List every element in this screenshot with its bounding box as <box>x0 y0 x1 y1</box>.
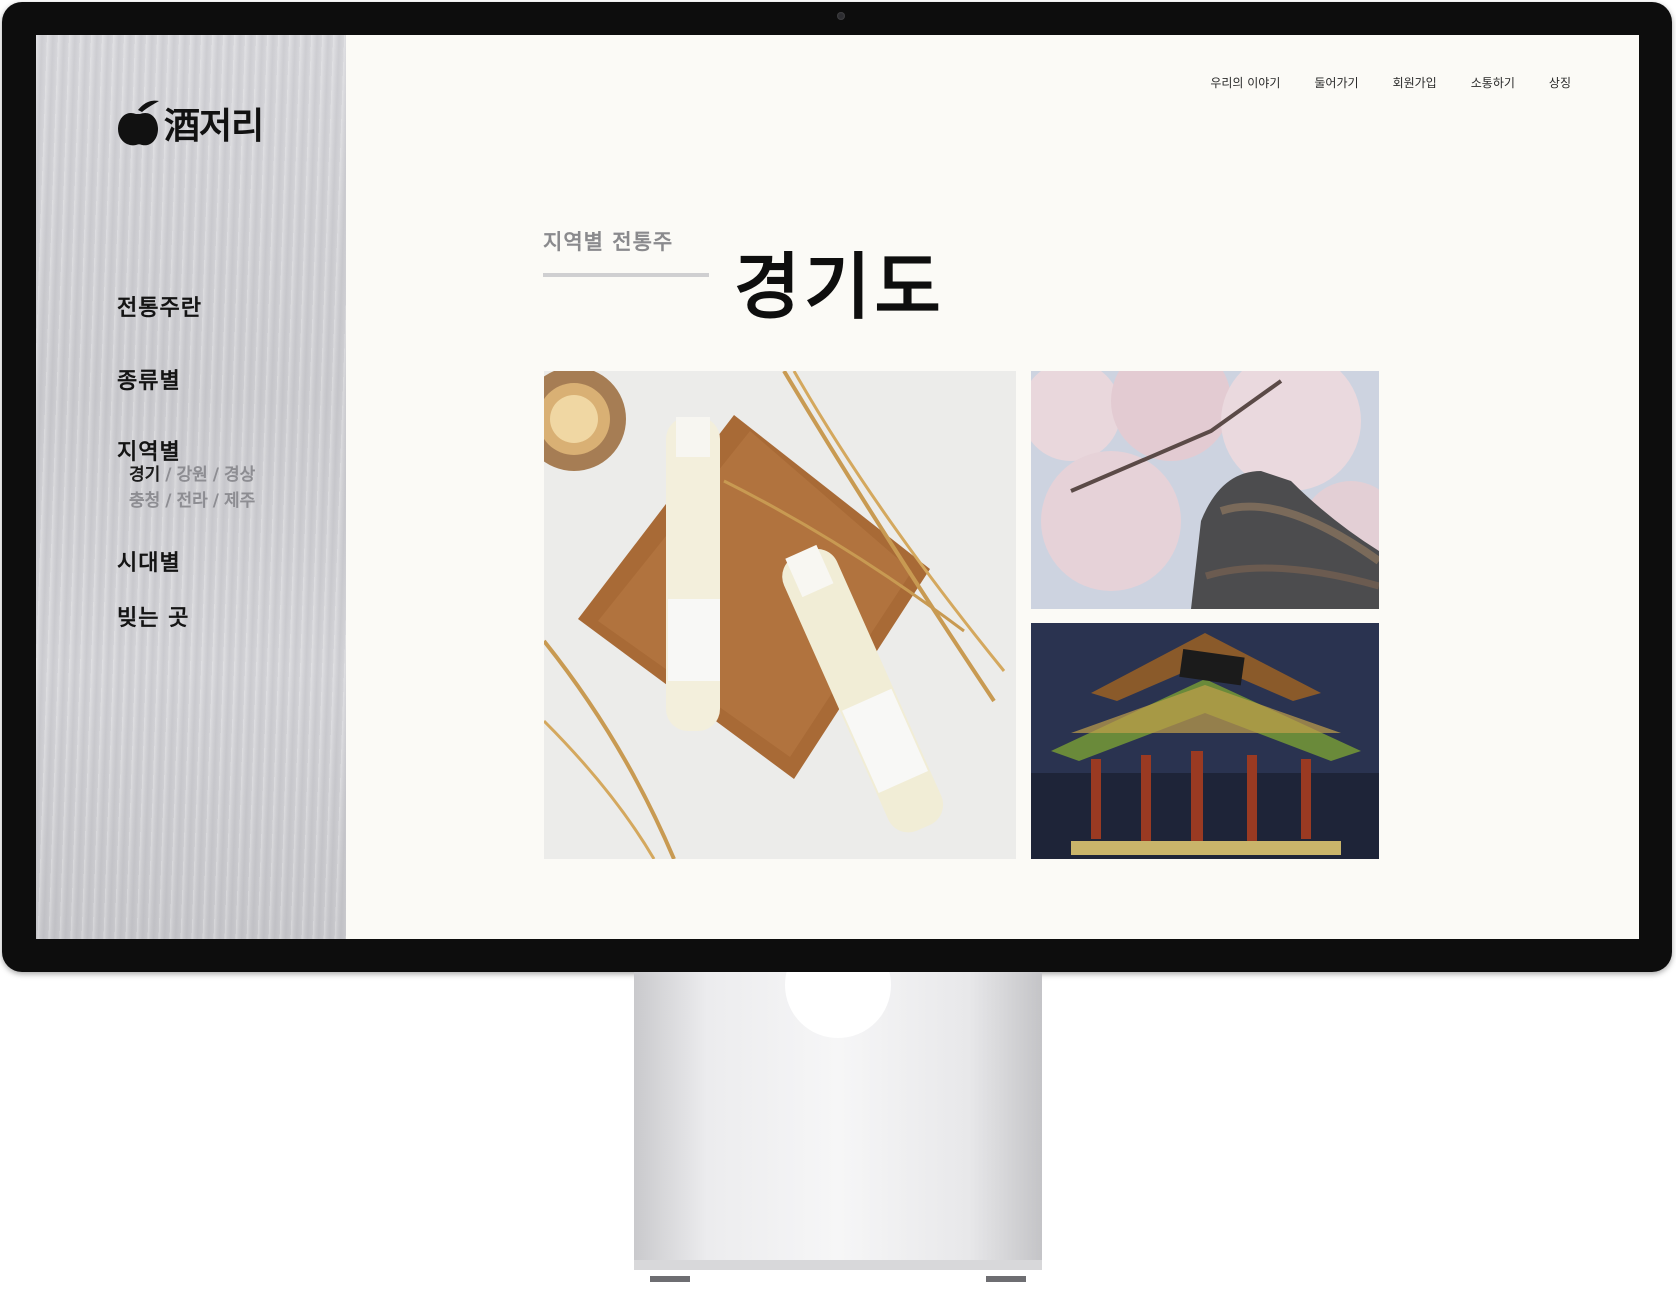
region-row-2: 충청 / 전라 / 제주 <box>129 488 329 514</box>
sidebar-item-by-era[interactable]: 시대별 <box>117 545 181 577</box>
region-link-jeolla[interactable]: 전라 <box>177 491 208 511</box>
apple-bottle-icon <box>116 98 160 148</box>
separator: / <box>212 491 219 511</box>
nav-link-our-story[interactable]: 우리의 이야기 <box>1210 74 1280 91</box>
nav-link-symbol[interactable]: 상징 <box>1549 74 1571 91</box>
nav-link-signup[interactable]: 회원가입 <box>1393 74 1437 91</box>
separator: / <box>165 465 172 485</box>
region-submenu: 경기 / 강원 / 경상 충청 / 전라 / 제주 <box>129 462 329 514</box>
cherry-blossom-roof-photo <box>1031 371 1379 609</box>
page-subtitle: 지역별 전통주 <box>543 230 674 254</box>
sidebar: 酒저리 전통주란 종류별 지역별 경기 / 강원 / 경상 충청 / 전라 / 제주 시대별 빚… <box>36 35 346 939</box>
region-row-1: 경기 / 강원 / 경상 <box>129 462 329 488</box>
logo[interactable]: 酒저리 <box>116 97 264 149</box>
region-link-chungcheong[interactable]: 충청 <box>129 491 160 511</box>
camera-icon <box>837 12 845 20</box>
logo-text: 酒저리 <box>164 105 264 147</box>
pavilion-night-photo <box>1031 623 1379 859</box>
makgeolli-bottles-photo <box>544 371 1016 859</box>
sidebar-item-breweries[interactable]: 빚는 곳 <box>117 600 189 632</box>
nav-link-community[interactable]: 소통하기 <box>1471 74 1515 91</box>
region-link-gyeonggi[interactable]: 경기 <box>129 465 160 485</box>
separator: / <box>165 491 172 511</box>
sidebar-item-by-type[interactable]: 종류별 <box>117 363 181 395</box>
sidebar-item-about[interactable]: 전통주란 <box>117 290 202 322</box>
top-nav: 우리의 이야기 둘어가기 회원가입 소통하기 상징 <box>1176 74 1571 91</box>
nav-link-enter[interactable]: 둘어가기 <box>1314 74 1358 91</box>
subtitle-underline <box>543 273 709 277</box>
screen: 酒저리 전통주란 종류별 지역별 경기 / 강원 / 경상 충청 / 전라 / 제주 시대별 빚… <box>36 35 1639 939</box>
stand-foot-right <box>986 1276 1026 1282</box>
page-title: 경기도 <box>734 244 945 329</box>
region-link-gyeongsang[interactable]: 경상 <box>224 465 255 485</box>
stand-foot-left <box>650 1276 690 1282</box>
separator: / <box>212 465 219 485</box>
main-content: 우리의 이야기 둘어가기 회원가입 소통하기 상징 지역별 전통주 경기도 <box>346 35 1639 939</box>
region-link-jeju[interactable]: 제주 <box>224 491 255 511</box>
region-link-gangwon[interactable]: 강원 <box>177 465 208 485</box>
